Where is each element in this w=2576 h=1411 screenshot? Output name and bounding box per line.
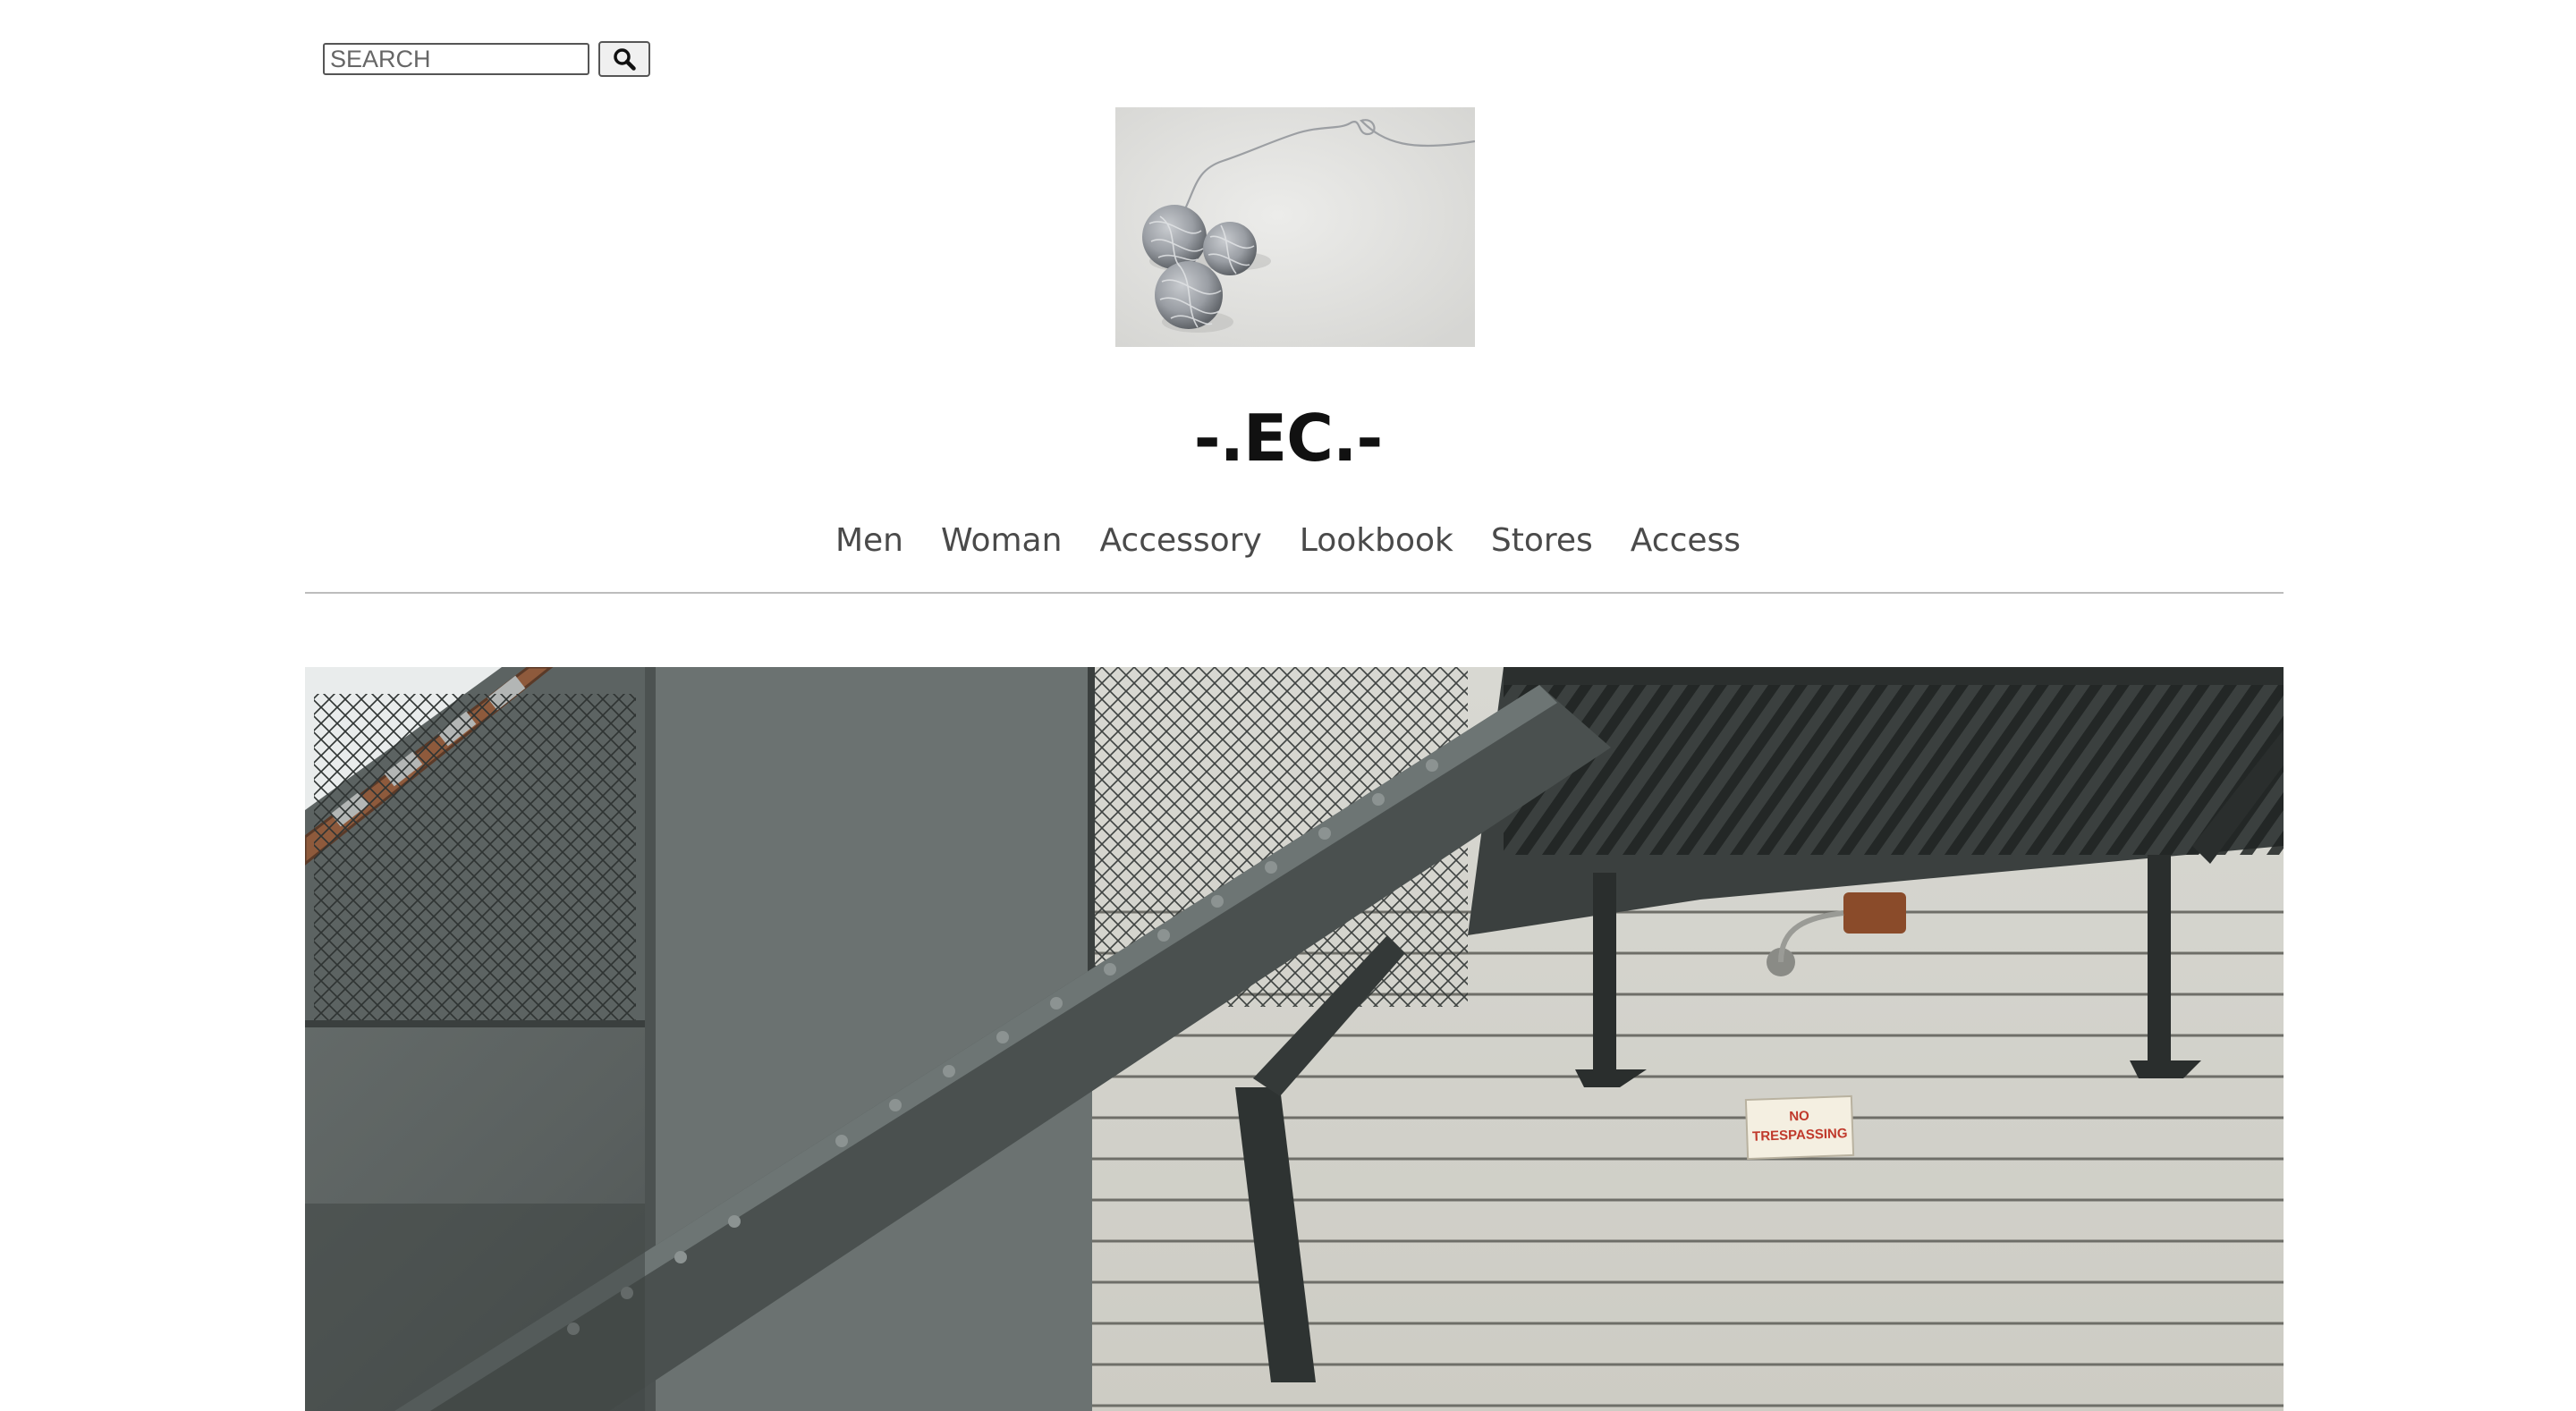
logo-image[interactable] <box>1115 107 1475 347</box>
hero-image: NO TRESPASSING <box>305 667 2284 1411</box>
nav-divider <box>305 592 2284 594</box>
search-bar <box>323 41 650 77</box>
search-input[interactable] <box>323 43 589 75</box>
nav-item-accessory[interactable]: Accessory <box>1098 519 1262 563</box>
search-icon <box>614 48 636 71</box>
search-button[interactable] <box>598 41 650 77</box>
sign-line1: NO <box>1789 1109 1809 1125</box>
nav-item-lookbook[interactable]: Lookbook <box>1299 519 1454 563</box>
nav-item-woman[interactable]: Woman <box>940 519 1063 563</box>
page: -.EC.- Men Woman Accessory Lookbook Stor… <box>0 0 2576 1411</box>
site-title[interactable]: -.EC.- <box>0 393 2576 483</box>
nav-item-men[interactable]: Men <box>835 519 904 563</box>
nav-item-access[interactable]: Access <box>1630 519 1741 563</box>
nav-item-stores[interactable]: Stores <box>1490 519 1594 563</box>
main-nav: Men Woman Accessory Lookbook Stores Acce… <box>0 519 2576 563</box>
